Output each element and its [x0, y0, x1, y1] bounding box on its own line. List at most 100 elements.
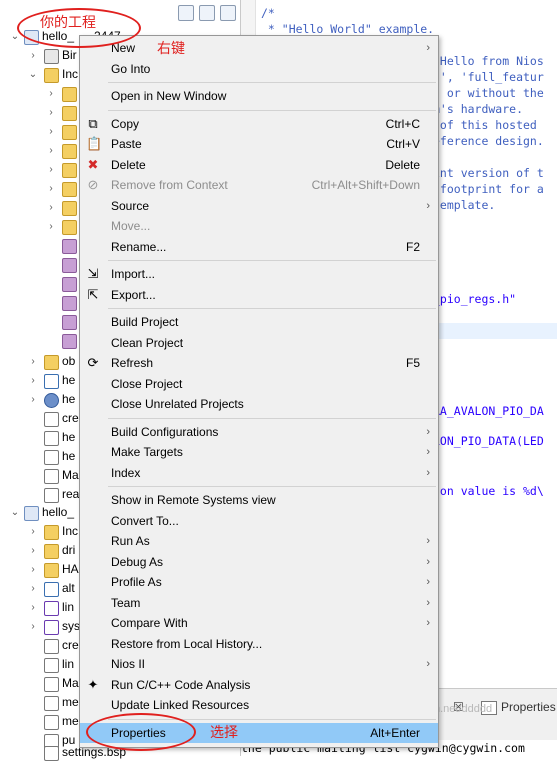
menu-item-import[interactable]: ⇲ Import...: [80, 264, 438, 284]
view-menu-icon[interactable]: [220, 5, 236, 21]
menu-item-close-unrelated-projects[interactable]: Close Unrelated Projects: [80, 394, 438, 414]
menu-item-build-configurations[interactable]: Build Configurations ›: [80, 422, 438, 442]
menu-item-nios-ii[interactable]: Nios II ›: [80, 654, 438, 674]
menu-item-export[interactable]: ⇱ Export...: [80, 285, 438, 305]
menu-separator: [108, 260, 436, 261]
tree-item-label: Ma: [62, 468, 79, 482]
folder-icon: [44, 355, 59, 370]
menu-item-move: Move...: [80, 216, 438, 236]
collapse-arrow-icon[interactable]: ›: [28, 617, 38, 636]
menu-item-label: Delete: [111, 157, 146, 172]
menu-separator: [108, 417, 436, 419]
collapse-all-icon[interactable]: [178, 5, 194, 21]
menu-item-clean-project[interactable]: Clean Project: [80, 333, 438, 353]
menu-item-profile-as[interactable]: Profile As ›: [80, 572, 438, 592]
submenu-arrow-icon: ›: [426, 425, 430, 438]
collapse-arrow-icon[interactable]: ›: [46, 198, 56, 217]
menu-item-delete[interactable]: ✖ Delete Delete: [80, 155, 438, 175]
code-line: m's hardware.: [433, 102, 524, 116]
submenu-arrow-icon: ›: [426, 555, 430, 568]
menu-item-label: Open in New Window: [111, 89, 227, 103]
folder-icon: [44, 563, 59, 578]
file-icon: [44, 431, 59, 446]
binaries-icon: [44, 49, 59, 64]
menu-item-build-project[interactable]: Build Project: [80, 312, 438, 332]
link-with-editor-icon[interactable]: [199, 5, 215, 21]
h-file-icon: [44, 601, 59, 616]
package-icon: [62, 239, 77, 254]
file-icon: [44, 488, 59, 503]
menu-item-go-into[interactable]: Go Into: [80, 59, 438, 79]
menu-item-rename[interactable]: Rename... F2: [80, 237, 438, 257]
tree-item-label: he: [62, 449, 76, 463]
collapse-arrow-icon[interactable]: ›: [28, 46, 38, 65]
collapse-arrow-icon[interactable]: ›: [46, 179, 56, 198]
properties-highlight-ring: [86, 713, 196, 751]
remove-context-icon: ⊘: [87, 177, 99, 192]
menu-item-label: Run As: [111, 534, 150, 548]
menu-item-label: Close Unrelated Projects: [111, 397, 244, 411]
tree-item-label: sys: [62, 619, 80, 633]
menu-item-shortcut: Ctrl+V: [386, 137, 420, 151]
menu-item-debug-as[interactable]: Debug As ›: [80, 552, 438, 572]
collapse-arrow-icon[interactable]: ›: [28, 390, 38, 409]
menu-item-close-project[interactable]: Close Project: [80, 374, 438, 394]
submenu-arrow-icon: ›: [426, 42, 430, 54]
select-note: 选择: [210, 724, 238, 740]
menu-item-source[interactable]: Source ›: [80, 196, 438, 216]
menu-item-shortcut: Ctrl+C: [385, 116, 420, 131]
collapse-arrow-icon[interactable]: ›: [46, 103, 56, 122]
collapse-arrow-icon[interactable]: ›: [28, 560, 38, 579]
collapse-arrow-icon[interactable]: ›: [28, 598, 38, 617]
collapse-arrow-icon[interactable]: ›: [46, 217, 56, 236]
code-line: _pio_regs.h": [433, 292, 517, 306]
collapse-arrow-icon[interactable]: ›: [28, 579, 38, 598]
menu-item-make-targets[interactable]: Make Targets ›: [80, 442, 438, 462]
menu-item-label: Clean Project: [111, 335, 184, 350]
menu-item-shortcut: Ctrl+Alt+Shift+Down: [311, 178, 420, 192]
menu-item-run-as[interactable]: Run As ›: [80, 531, 438, 551]
include-path-icon: [62, 87, 77, 102]
menu-item-open-in-new-window[interactable]: Open in New Window: [80, 86, 438, 106]
menu-item-team[interactable]: Team ›: [80, 593, 438, 613]
menu-item-label: Export...: [111, 287, 156, 302]
menu-item-update-linked-resources[interactable]: Update Linked Resources: [80, 695, 438, 715]
collapse-arrow-icon[interactable]: ›: [28, 541, 38, 560]
tree-item-label: cre: [62, 638, 79, 652]
collapse-arrow-icon[interactable]: ›: [46, 122, 56, 141]
menu-item-restore-from-local-history[interactable]: Restore from Local History...: [80, 634, 438, 654]
menu-item-new[interactable]: New ›: [80, 38, 438, 58]
file-icon: [44, 639, 59, 654]
tab-properties[interactable]: Properties: [501, 697, 556, 717]
submenu-arrow-icon: ›: [426, 617, 430, 629]
file-icon: [44, 746, 59, 761]
refresh-icon: ⟳: [87, 355, 99, 370]
menu-item-show-in-remote-systems-view[interactable]: Show in Remote Systems view: [80, 490, 438, 510]
menu-item-convert-to[interactable]: Convert To...: [80, 511, 438, 531]
menu-item-copy[interactable]: ⧉ Copy Ctrl+C: [80, 114, 438, 134]
menu-item-label: Build Configurations: [111, 424, 219, 439]
menu-item-label: Build Project: [111, 315, 179, 329]
tree-item-label: rea: [62, 487, 80, 501]
collapse-arrow-icon[interactable]: ›: [46, 84, 56, 103]
expand-arrow-icon[interactable]: ⌄: [10, 503, 20, 522]
package-icon: [62, 258, 77, 273]
file-icon: [44, 715, 59, 730]
tree-item-label: lin: [62, 657, 75, 671]
tree-item-label: dri: [62, 543, 76, 557]
collapse-arrow-icon[interactable]: ›: [46, 160, 56, 179]
include-path-icon: [62, 106, 77, 121]
menu-item-refresh[interactable]: ⟳ Refresh F5: [80, 353, 438, 373]
collapse-arrow-icon[interactable]: ›: [28, 352, 38, 371]
collapse-arrow-icon[interactable]: ›: [46, 141, 56, 160]
menu-item-index[interactable]: Index ›: [80, 463, 438, 483]
menu-item-run-c-c-code-analysis[interactable]: ✦ Run C/C++ Code Analysis: [80, 675, 438, 695]
collapse-arrow-icon[interactable]: ›: [28, 371, 38, 390]
collapse-arrow-icon[interactable]: ›: [28, 522, 38, 541]
menu-item-compare-with[interactable]: Compare With ›: [80, 613, 438, 633]
menu-item-paste[interactable]: 📋 Paste Ctrl+V: [80, 134, 438, 154]
tree-item-label: ob: [62, 354, 76, 368]
code-line: footprint for a: [433, 182, 544, 196]
expand-arrow-icon[interactable]: ⌄: [28, 65, 38, 84]
tree-item-label: he: [62, 392, 76, 406]
